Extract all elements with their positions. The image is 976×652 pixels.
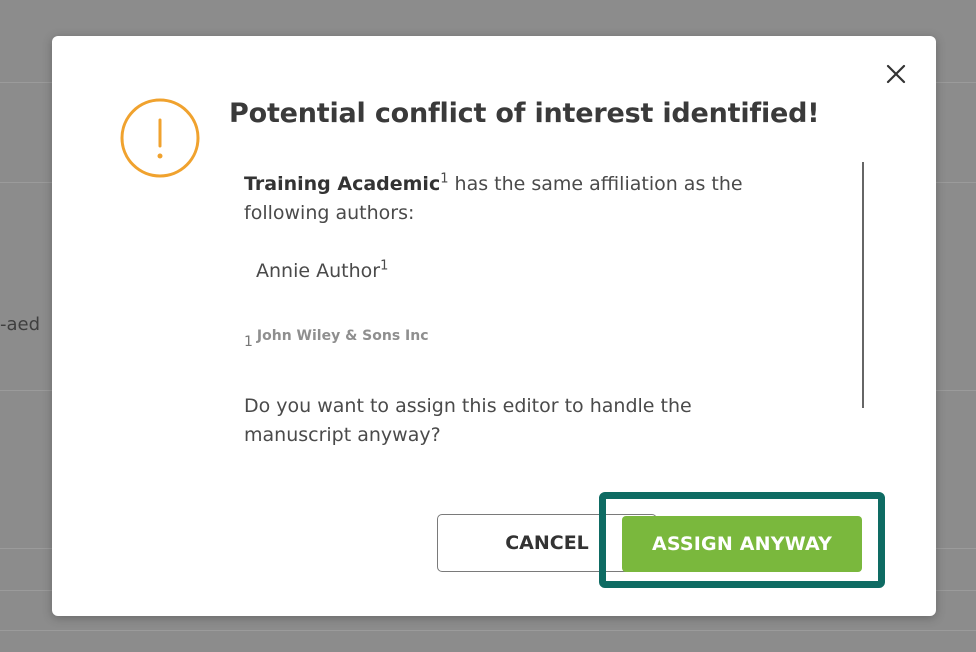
dialog-title: Potential conflict of interest identifie… <box>229 98 820 129</box>
dialog-content: Training Academic1 has the same affiliat… <box>244 170 804 460</box>
background-partial-text: -aed <box>0 314 41 335</box>
conflict-dialog: Potential conflict of interest identifie… <box>52 36 936 616</box>
affiliation-name: John Wiley & Sons Inc <box>256 328 429 344</box>
author-entry: Annie Author1 <box>256 260 388 282</box>
assign-anyway-button[interactable]: ASSIGN ANYWAY <box>622 516 862 572</box>
author-name: Annie Author <box>256 260 381 282</box>
warning-circle-icon <box>118 96 202 180</box>
editor-affiliation-marker: 1 <box>440 171 449 187</box>
affiliation-footnote: 1 John Wiley & Sons Inc <box>244 328 429 350</box>
editor-name: Training Academic <box>244 173 441 195</box>
affiliation-number: 1 <box>244 334 253 350</box>
dialog-scrollbar[interactable] <box>862 162 864 408</box>
confirmation-question: Do you want to assign this editor to han… <box>244 395 692 446</box>
author-affiliation-marker: 1 <box>380 258 389 274</box>
affiliation-message: Training Academic1 has the same affiliat… <box>244 170 804 228</box>
background-divider <box>0 630 976 631</box>
close-icon[interactable] <box>882 60 910 88</box>
